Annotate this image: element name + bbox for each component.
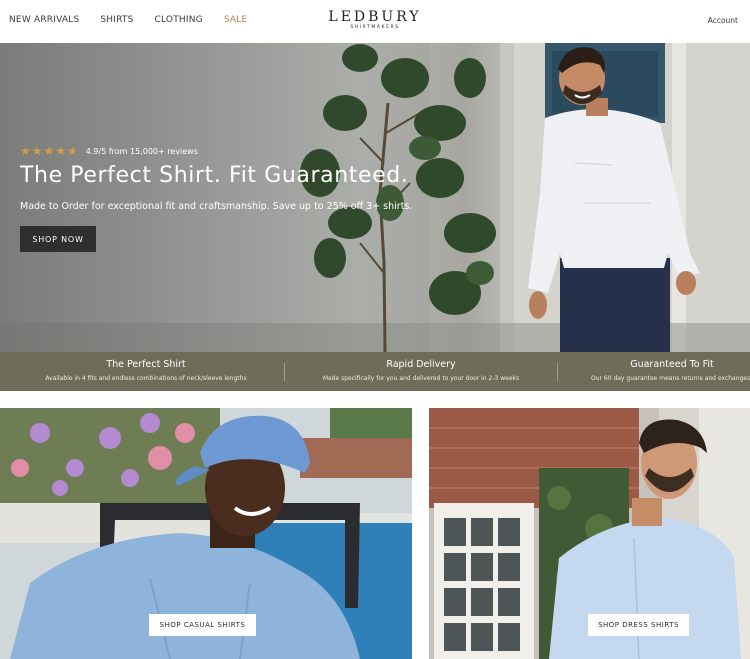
logo-subtitle: SHIRTMAKERS bbox=[350, 25, 400, 30]
benefit-rapid-delivery: Rapid Delivery Made specifically for you… bbox=[304, 359, 538, 382]
benefit-guaranteed-fit: Guaranteed To Fit Our 60 day guarantee m… bbox=[588, 359, 750, 382]
hero-banner: ★★★★★ 4.9/5 from 15,000+ reviews The Per… bbox=[0, 43, 750, 352]
brand-logo[interactable]: LEDBURY SHIRTMAKERS bbox=[0, 9, 750, 30]
shop-casual-shirts-button[interactable]: SHOP CASUAL SHIRTS bbox=[149, 614, 256, 636]
shop-dress-shirts-button[interactable]: SHOP DRESS SHIRTS bbox=[588, 614, 689, 636]
benefit-divider bbox=[284, 363, 285, 381]
benefit-description: Available in 4 fits and endless combinat… bbox=[45, 375, 247, 382]
rating-row: ★★★★★ 4.9/5 from 15,000+ reviews bbox=[20, 144, 198, 158]
hero-headline: The Perfect Shirt. Fit Guaranteed. bbox=[20, 163, 409, 188]
hero-overlay bbox=[0, 43, 430, 352]
casual-shirts-tile[interactable]: SHOP CASUAL SHIRTS bbox=[0, 408, 412, 659]
benefit-title: Rapid Delivery bbox=[386, 359, 456, 370]
benefit-title: Guaranteed To Fit bbox=[630, 359, 714, 370]
benefit-title: The Perfect Shirt bbox=[106, 359, 186, 370]
benefit-description: Our 60 day guarantee means returns and e… bbox=[591, 375, 750, 382]
logo-name: LEDBURY bbox=[328, 9, 422, 25]
benefit-description: Made specifically for you and delivered … bbox=[322, 375, 520, 382]
star-rating-icon: ★★★★★ bbox=[20, 144, 79, 158]
benefits-bar: The Perfect Shirt Available in 4 fits an… bbox=[0, 352, 750, 391]
rating-text: 4.9/5 from 15,000+ reviews bbox=[85, 146, 198, 156]
benefit-perfect-shirt: The Perfect Shirt Available in 4 fits an… bbox=[28, 359, 264, 382]
site-header: NEW ARRIVALS SHIRTS CLOTHING SALE LEDBUR… bbox=[0, 0, 750, 43]
shop-now-button[interactable]: SHOP NOW bbox=[20, 226, 96, 252]
dress-shirts-tile[interactable]: SHOP DRESS SHIRTS bbox=[429, 408, 750, 659]
account-link[interactable]: Account bbox=[708, 16, 738, 25]
benefit-divider bbox=[557, 363, 558, 381]
hero-subline: Made to Order for exceptional fit and cr… bbox=[20, 201, 413, 212]
